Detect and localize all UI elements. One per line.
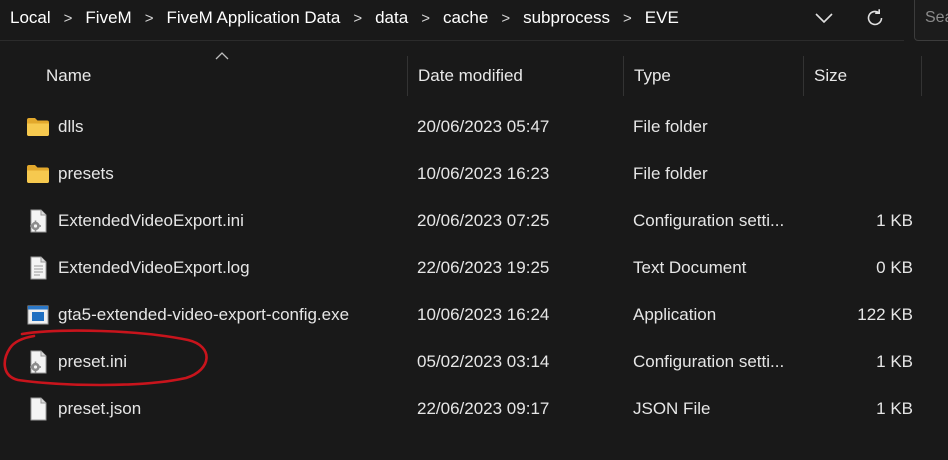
column-header-type[interactable]: Type — [634, 54, 802, 98]
breadcrumb-separator-icon[interactable]: > — [64, 10, 73, 27]
file-name-cell: preset.json — [26, 385, 141, 432]
file-size — [808, 150, 913, 197]
file-name-cell: preset.ini — [26, 338, 127, 385]
search-box[interactable] — [914, 0, 948, 41]
breadcrumb-separator-icon[interactable]: > — [623, 10, 632, 27]
column-divider[interactable] — [921, 56, 922, 96]
breadcrumb-separator-icon[interactable]: > — [145, 10, 154, 27]
file-name: preset.ini — [58, 351, 127, 371]
text-file-icon — [26, 256, 50, 280]
file-size: 122 KB — [857, 304, 913, 324]
file-row[interactable]: gta5-extended-video-export-config.exe 10… — [0, 291, 948, 338]
file-date: 20/06/2023 07:25 — [417, 210, 550, 230]
file-size — [808, 103, 913, 150]
file-date: 05/02/2023 03:14 — [417, 351, 550, 371]
file-row[interactable]: ExtendedVideoExport.log 22/06/2023 19:25… — [0, 244, 948, 291]
file-type: Text Document — [633, 257, 747, 277]
folder-icon — [26, 162, 50, 186]
file-list: dlls 20/06/2023 05:47 File folder preset… — [0, 103, 948, 432]
file-name: dlls — [58, 116, 84, 136]
column-divider[interactable] — [623, 56, 624, 96]
breadcrumb-separator-icon[interactable]: > — [421, 10, 430, 27]
generic-file-icon — [26, 397, 50, 421]
file-name: gta5-extended-video-export-config.exe — [58, 304, 350, 324]
file-row[interactable]: preset.ini 05/02/2023 03:14 Configuratio… — [0, 338, 948, 385]
config-file-icon — [26, 209, 50, 233]
breadcrumb-item-local[interactable]: Local — [10, 8, 51, 28]
file-date: 20/06/2023 05:47 — [417, 116, 550, 136]
column-header-name-label: Name — [46, 66, 92, 85]
column-header-size-label: Size — [814, 66, 848, 85]
chevron-down-icon — [815, 13, 833, 23]
file-type: Configuration setti... — [633, 351, 785, 371]
file-name-cell: gta5-extended-video-export-config.exe — [26, 291, 349, 338]
column-header-name[interactable]: Name — [46, 54, 406, 98]
file-name-cell: dlls — [26, 103, 84, 150]
address-bar[interactable]: Local > FiveM > FiveM Application Data >… — [0, 0, 904, 41]
column-header-size[interactable]: Size — [814, 54, 920, 98]
breadcrumb-item-data[interactable]: data — [375, 8, 408, 28]
column-divider[interactable] — [407, 56, 408, 96]
file-name: preset.json — [58, 398, 142, 418]
file-name: ExtendedVideoExport.log — [58, 257, 250, 277]
breadcrumb-item-fivem[interactable]: FiveM — [85, 8, 131, 28]
search-input[interactable] — [925, 9, 948, 27]
refresh-icon — [867, 9, 883, 26]
file-name-cell: presets — [26, 150, 114, 197]
file-type: JSON File — [633, 398, 711, 418]
file-size: 0 KB — [876, 257, 913, 277]
file-row[interactable]: presets 10/06/2023 16:23 File folder — [0, 150, 948, 197]
file-size: 1 KB — [876, 398, 913, 418]
file-name: ExtendedVideoExport.ini — [58, 210, 244, 230]
refresh-button[interactable] — [856, 0, 894, 36]
file-name: presets — [58, 163, 114, 183]
file-date: 22/06/2023 09:17 — [417, 398, 550, 418]
file-type: File folder — [633, 116, 708, 136]
breadcrumb-separator-icon[interactable]: > — [353, 10, 362, 27]
address-history-dropdown-button[interactable] — [806, 2, 842, 34]
file-row[interactable]: dlls 20/06/2023 05:47 File folder — [0, 103, 948, 150]
column-divider[interactable] — [803, 56, 804, 96]
breadcrumb-item-cache[interactable]: cache — [443, 8, 488, 28]
file-size: 1 KB — [876, 210, 913, 230]
breadcrumb-item-eve[interactable]: EVE — [645, 8, 679, 28]
config-file-icon — [26, 350, 50, 374]
column-header-date-label: Date modified — [418, 66, 523, 85]
file-type: Configuration setti... — [633, 210, 785, 230]
file-date: 10/06/2023 16:24 — [417, 304, 550, 324]
breadcrumb-item-fivem-application-data[interactable]: FiveM Application Data — [166, 8, 340, 28]
file-date: 10/06/2023 16:23 — [417, 163, 550, 183]
breadcrumb-separator-icon[interactable]: > — [501, 10, 510, 27]
file-row[interactable]: preset.json 22/06/2023 09:17 JSON File 1… — [0, 385, 948, 432]
application-icon — [26, 303, 50, 327]
folder-icon — [26, 115, 50, 139]
file-size: 1 KB — [876, 351, 913, 371]
file-row[interactable]: ExtendedVideoExport.ini 20/06/2023 07:25… — [0, 197, 948, 244]
file-name-cell: ExtendedVideoExport.log — [26, 244, 250, 291]
file-name-cell: ExtendedVideoExport.ini — [26, 197, 244, 244]
file-type: File folder — [633, 163, 708, 183]
column-header-date-modified[interactable]: Date modified — [418, 54, 622, 98]
file-type: Application — [633, 304, 717, 324]
breadcrumb: Local > FiveM > FiveM Application Data >… — [10, 0, 679, 36]
column-header-type-label: Type — [634, 66, 671, 85]
breadcrumb-item-subprocess[interactable]: subprocess — [523, 8, 610, 28]
file-date: 22/06/2023 19:25 — [417, 257, 550, 277]
